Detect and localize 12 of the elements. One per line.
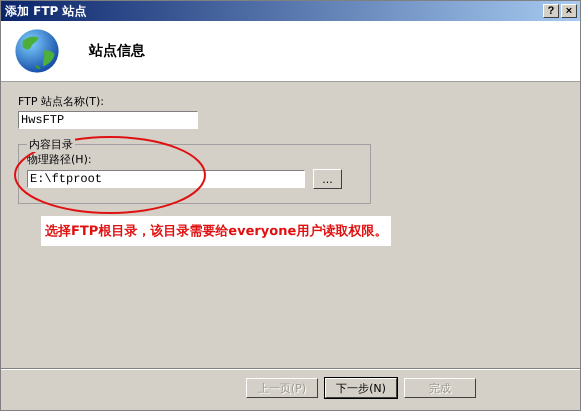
- help-button[interactable]: ?: [543, 4, 559, 18]
- section-title: 站点信息: [89, 42, 145, 60]
- input-field[interactable]: E:\ftproot: [27, 170, 305, 188]
- annotation-text: 选择FTP根目录，该目录需要给everyone用户读取权限。: [41, 216, 392, 246]
- input-field[interactable]: HwsFTP: [18, 111, 198, 129]
- close-button[interactable]: ×: [561, 4, 577, 18]
- browse-button[interactable]: ...: [313, 169, 342, 189]
- group-title: 内容目录: [27, 137, 75, 152]
- globe-icon: [13, 27, 61, 75]
- wizard-button[interactable]: 下一步(N): [325, 378, 397, 398]
- field-label: FTP 站点名称(T):: [18, 94, 104, 109]
- window-title: 添加 FTP 站点: [5, 2, 87, 20]
